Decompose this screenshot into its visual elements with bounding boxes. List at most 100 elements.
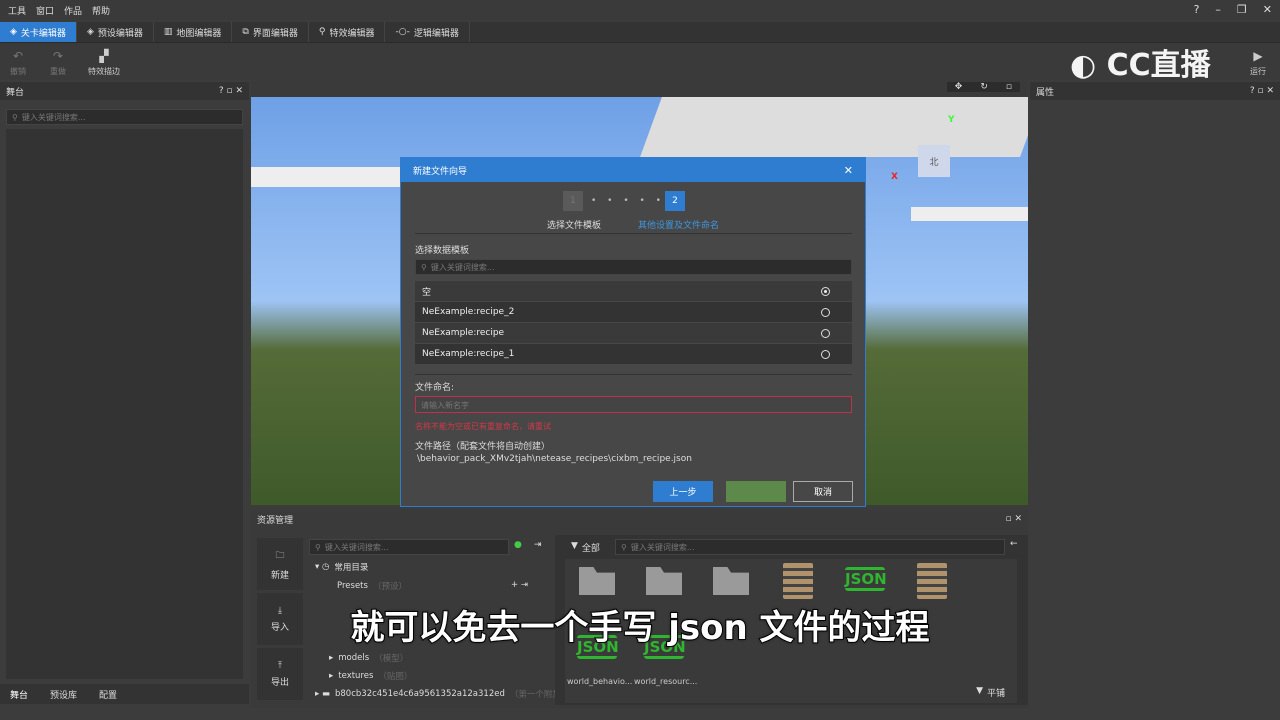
help-icon[interactable]: ? bbox=[1194, 3, 1200, 16]
tab-effect-editor[interactable]: ⚲ 特效编辑器 bbox=[309, 22, 386, 42]
dialog-title: 新建文件向导 bbox=[413, 166, 468, 177]
stage-title: 舞台 bbox=[6, 87, 25, 98]
tree-label: b80cb32c451e4c6a9561352a12a312ed bbox=[335, 689, 505, 699]
filename-input[interactable]: 请输入新名字 bbox=[415, 396, 852, 413]
template-option[interactable]: NeExample:recipe_2 bbox=[415, 302, 852, 322]
asset-search-input[interactable]: ⚲ 键入关键词搜索... bbox=[615, 539, 1005, 555]
step-2-indicator[interactable]: 2 bbox=[665, 191, 685, 211]
stage-bottom-tabs: 舞台 预设库 配置 bbox=[0, 684, 249, 704]
undo-button[interactable]: ↶ 撤销 bbox=[10, 49, 26, 77]
panel-controls[interactable]: ? ▫ ✕ bbox=[1250, 86, 1274, 96]
cloud bbox=[251, 167, 401, 187]
view-mode-label: 平铺 bbox=[986, 689, 1005, 699]
tree-item-pack[interactable]: ▸ ▬ b80cb32c451e4c6a9561352a12a312ed （第一个附… bbox=[315, 688, 578, 700]
previous-button[interactable]: 上一步 bbox=[653, 481, 713, 502]
move-icon[interactable]: ✥ bbox=[955, 82, 963, 92]
template-option[interactable]: 空 bbox=[415, 281, 852, 301]
window-controls: ? – ❐ ✕ bbox=[1194, 3, 1272, 16]
viewport-tools: ✥ ↻ ▫ bbox=[946, 82, 1020, 92]
diamond-icon: ◈ bbox=[10, 27, 17, 37]
asset-name: world_behavio... bbox=[567, 677, 633, 686]
panel-controls[interactable]: ? ▫ ✕ bbox=[219, 86, 243, 96]
collapse-icon[interactable]: ⇥ bbox=[534, 540, 542, 550]
folder-asset[interactable] bbox=[634, 567, 694, 595]
radio[interactable] bbox=[821, 328, 830, 338]
radio[interactable] bbox=[821, 307, 830, 317]
folder-icon bbox=[646, 567, 682, 595]
step-number: 2 bbox=[672, 196, 678, 206]
folder-asset[interactable] bbox=[701, 567, 761, 595]
template-name: NeExample:recipe bbox=[422, 328, 505, 338]
tree-item-textures[interactable]: ▸ textures （贴图） bbox=[329, 670, 412, 682]
locate-icon[interactable]: ● bbox=[514, 540, 522, 550]
tab-ui-editor[interactable]: ⧉ 界面编辑器 bbox=[232, 22, 309, 42]
add-icon[interactable]: + ⇥ bbox=[511, 580, 528, 590]
tab-preset-editor[interactable]: ◈ 预设编辑器 bbox=[77, 22, 154, 42]
menu-window[interactable]: 窗口 bbox=[36, 4, 54, 17]
properties-title: 属性 bbox=[1036, 87, 1055, 98]
tab-level-editor[interactable]: ◈ 关卡编辑器 bbox=[0, 22, 77, 42]
cancel-button[interactable]: 取消 bbox=[793, 481, 853, 502]
view-mode-button[interactable]: ▼ 平铺 bbox=[976, 686, 1005, 699]
filter-all-button[interactable]: ▼ 全部 bbox=[571, 541, 600, 554]
new-folder-icon: 🗀 bbox=[275, 550, 285, 561]
minimize-button[interactable]: – bbox=[1215, 3, 1221, 16]
panel-controls[interactable]: ▫ ✕ bbox=[1005, 514, 1022, 524]
template-option[interactable]: NeExample:recipe bbox=[415, 323, 852, 343]
tab-preset-library[interactable]: 预设库 bbox=[50, 688, 77, 701]
run-button[interactable]: ▶ 运行 bbox=[1250, 49, 1266, 77]
resource-title: 资源管理 bbox=[257, 515, 294, 526]
template-option[interactable]: NeExample:recipe_1 bbox=[415, 344, 852, 364]
new-button[interactable]: 🗀 新建 bbox=[257, 538, 303, 590]
tab-config[interactable]: 配置 bbox=[99, 688, 117, 701]
close-icon[interactable]: ✕ bbox=[844, 164, 853, 177]
redo-icon: ↷ bbox=[52, 49, 64, 63]
resource-search-input[interactable]: ⚲ 键入关键词搜索... bbox=[309, 539, 509, 555]
tab-logic-editor[interactable]: -○- 逻辑编辑器 bbox=[385, 22, 470, 42]
tree-item-common[interactable]: ▾ ◷ 常用目录 bbox=[315, 561, 368, 573]
new-label: 新建 bbox=[270, 570, 289, 581]
effect-outline-label: 特效描边 bbox=[88, 67, 120, 76]
folder-asset[interactable] bbox=[567, 567, 627, 595]
close-button[interactable]: ✕ bbox=[1263, 3, 1272, 16]
redo-button[interactable]: ↷ 重做 bbox=[50, 49, 66, 77]
json-asset[interactable]: JSON bbox=[835, 567, 895, 591]
filename-placeholder: 请输入新名字 bbox=[421, 401, 469, 410]
stage-search[interactable]: ⚲ 键入关键词搜索... bbox=[6, 109, 243, 125]
search-placeholder: 键入关键词搜索... bbox=[21, 112, 86, 122]
tree-item-presets[interactable]: Presets （预设） bbox=[337, 580, 407, 592]
filter-icon: ▼ bbox=[976, 686, 983, 696]
template-search-input[interactable]: ⚲ 键入关键词搜索... bbox=[415, 259, 852, 275]
step-1-indicator[interactable]: 1 bbox=[563, 191, 583, 211]
export-button[interactable]: ⤒ 导出 bbox=[257, 648, 303, 700]
radio-selected[interactable] bbox=[821, 286, 830, 296]
search-icon: ⚲ bbox=[621, 542, 627, 552]
orientation-cube[interactable]: 北 bbox=[918, 145, 950, 177]
tree-item-models[interactable]: ▸ models （模型） bbox=[329, 652, 408, 664]
tree-hint: （模型） bbox=[374, 654, 409, 664]
next-button[interactable] bbox=[726, 481, 786, 502]
tab-map-editor[interactable]: ▥ 地图编辑器 bbox=[154, 22, 233, 42]
file-asset[interactable] bbox=[768, 563, 828, 599]
file-asset[interactable] bbox=[902, 563, 962, 599]
filter-icon: ▼ bbox=[571, 541, 578, 551]
asset-name: world_resourc... bbox=[634, 677, 698, 686]
effect-outline-button[interactable]: ▞ 特效描边 bbox=[88, 49, 120, 77]
menu-tools[interactable]: 工具 bbox=[8, 4, 26, 17]
menu-bar: 工具 窗口 作品 帮助 bbox=[0, 0, 1280, 20]
rotate-icon[interactable]: ↻ bbox=[980, 82, 988, 92]
radio[interactable] bbox=[821, 349, 830, 359]
back-arrow-icon[interactable]: ← bbox=[1010, 539, 1018, 549]
scale-icon[interactable]: ▫ bbox=[1006, 82, 1012, 92]
tree-label: Presets bbox=[337, 581, 368, 591]
logic-icon: -○- bbox=[395, 27, 410, 37]
tab-stage[interactable]: 舞台 bbox=[10, 688, 28, 701]
search-icon: ⚲ bbox=[315, 542, 321, 552]
menu-works[interactable]: 作品 bbox=[64, 4, 82, 17]
properties-header: 属性 ? ▫ ✕ bbox=[1030, 82, 1280, 100]
editor-tabs: ◈ 关卡编辑器 ◈ 预设编辑器 ▥ 地图编辑器 ⧉ 界面编辑器 ⚲ 特效编辑器 -○- 逻辑… bbox=[0, 22, 1280, 42]
restore-button[interactable]: ❐ bbox=[1237, 3, 1247, 16]
windows-icon: ⧉ bbox=[242, 27, 249, 37]
export-icon: ⤒ bbox=[278, 660, 282, 671]
menu-help[interactable]: 帮助 bbox=[92, 4, 110, 17]
